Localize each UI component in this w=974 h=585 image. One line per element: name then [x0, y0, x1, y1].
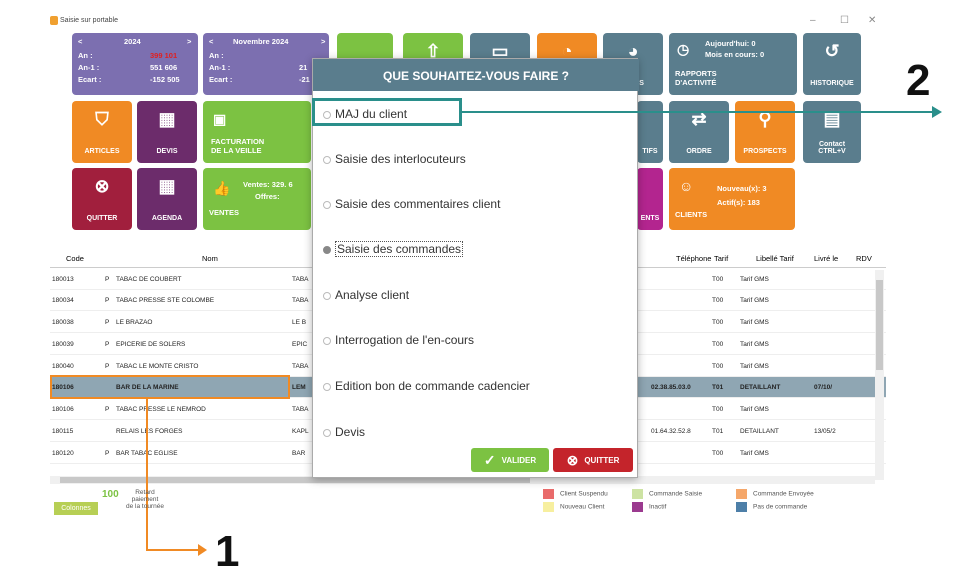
window-title: Saisie sur portable [60, 17, 118, 24]
year-stats-tile[interactable]: < 2024 > An : 399 101 An-1 : 551 606 Eca… [72, 33, 198, 95]
annotation-highlight-option [312, 98, 462, 126]
annotation-arrow-1-horizontal [146, 549, 200, 551]
col-rdv[interactable]: RDV [856, 254, 872, 263]
col-telephone[interactable]: Téléphone [676, 254, 711, 263]
col-nom[interactable]: Nom [202, 254, 218, 263]
ents-tile[interactable]: ENTS [637, 168, 663, 230]
ventes-tile[interactable]: 👍 Ventes: 329. 6 Offres: VENTES [203, 168, 311, 230]
colonnes-button[interactable]: Colonnes [54, 502, 98, 515]
check-circle-icon: ✓ [483, 451, 496, 468]
vertical-scrollbar[interactable] [875, 270, 884, 480]
option-cadencier[interactable]: Edition bon de commande cadencier [323, 379, 530, 393]
devis-tile[interactable]: ▦ DEVIS [137, 101, 197, 163]
option-encours[interactable]: Interrogation de l'en-cours [323, 333, 474, 347]
title-bar: Saisie sur portable – ☐ ✕ [50, 12, 886, 32]
users-icon: ☺ [679, 178, 694, 194]
col-livre-le[interactable]: Livré le [814, 254, 838, 263]
close-button[interactable]: ✕ [868, 15, 876, 26]
maximize-button[interactable]: ☐ [840, 15, 849, 26]
annotation-arrow-2 [462, 111, 934, 113]
annotation-arrow-1-vertical [146, 399, 148, 550]
quitter-tile[interactable]: ⊗ QUITTER [72, 168, 132, 230]
year-label: 2024 [124, 37, 141, 46]
annotation-label-1: 1 [215, 527, 240, 576]
close-circle-icon: ⊗ [566, 451, 579, 468]
articles-tile[interactable]: ⛉ ARTICLES [72, 101, 132, 163]
agenda-tile[interactable]: ▦ AGENDA [137, 168, 197, 230]
app-logo-icon [50, 16, 58, 25]
option-commandes[interactable]: Saisie des commandes [323, 241, 464, 257]
option-interlocuteurs[interactable]: Saisie des interlocuteurs [323, 152, 466, 166]
rapports-tile[interactable]: ◷ Aujourd'hui: 0 Mois en cours: 0 RAPPOR… [669, 33, 797, 95]
clients-tile[interactable]: ☺ Nouveau(x): 3 Actif(s): 183 CLIENTS [669, 168, 795, 230]
col-code[interactable]: Code [66, 254, 84, 263]
option-devis[interactable]: Devis [323, 425, 365, 439]
retard-paiement-label: Retard paiement de la tournée [126, 489, 164, 510]
badge-100: 100 [102, 489, 119, 500]
facturation-tile[interactable]: ▣ FACTURATION DE LA VEILLE [203, 101, 311, 163]
clock-icon: ◷ [677, 41, 690, 57]
calendar-icon: ▦ [158, 176, 176, 196]
col-libelle-tarif[interactable]: Libellé Tarif [756, 254, 794, 263]
valider-button[interactable]: ✓ VALIDER [471, 448, 549, 472]
refresh-icon: ↺ [824, 41, 840, 61]
historique-tile[interactable]: ↺ HISTORIQUE [803, 33, 861, 95]
option-commentaires[interactable]: Saisie des commentaires client [323, 197, 500, 211]
annotation-label-2: 2 [906, 56, 931, 105]
money-icon: ▣ [213, 111, 227, 127]
thumbs-up-icon: 👍 [213, 180, 231, 196]
close-circle-icon: ⊗ [94, 176, 110, 196]
footer: Colonnes 100 Retard paiement de la tourn… [50, 487, 886, 517]
col-tarif[interactable]: Tarif [714, 254, 728, 263]
month-stats-tile[interactable]: < Novembre 2024 > An : An-1 : 21 Ecart :… [203, 33, 329, 95]
arrow-head-icon [198, 544, 207, 556]
option-analyse[interactable]: Analyse client [323, 288, 409, 302]
calculator-icon: ▦ [158, 109, 176, 129]
modal-quitter-button[interactable]: ⊗ QUITTER [553, 448, 633, 472]
basket-icon: ⛉ [95, 109, 109, 129]
arrow-head-icon [932, 106, 942, 118]
minimize-button[interactable]: – [810, 15, 816, 26]
modal-title: QUE SOUHAITEZ-VOUS FAIRE ? [313, 59, 639, 91]
annotation-highlight-row [50, 375, 290, 399]
